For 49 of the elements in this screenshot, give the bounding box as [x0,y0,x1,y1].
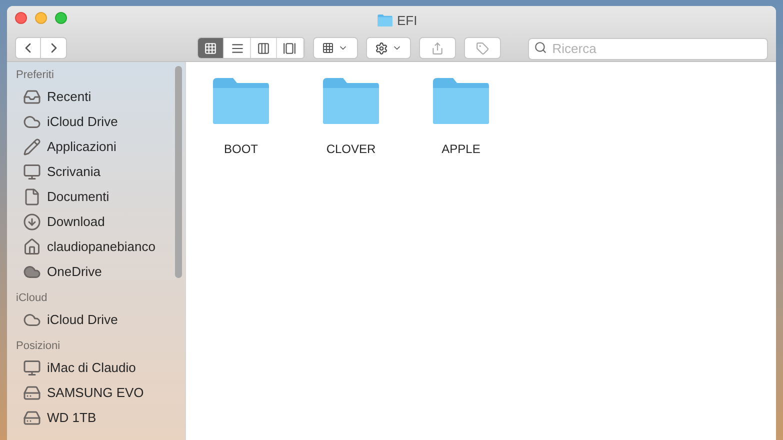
sidebar-item[interactable]: Applicazioni [7,134,185,159]
share-icon [430,42,444,54]
sidebar-item[interactable]: Documenti [7,184,185,209]
folder-item[interactable]: BOOT [204,76,278,158]
hard-drive-icon [23,408,41,426]
sidebar-item[interactable]: claudiopanebianco [7,234,185,259]
columns-icon [257,42,270,54]
folder-item[interactable]: APPLE [424,76,498,158]
sidebar-item[interactable]: iMac di Claudio [7,355,185,380]
sidebar-item[interactable]: SAMSUNG EVO [7,380,185,405]
pencil-icon [23,138,41,156]
arrange-button[interactable] [312,37,358,59]
tag-icon [476,42,490,54]
sidebar-item[interactable]: Download [7,209,185,234]
monitor-icon [23,358,41,376]
folder-icon [431,76,491,126]
search-icon [534,41,548,54]
sidebar-section-title: Posizioni [15,338,62,354]
tray-icon [23,88,41,106]
view-mode-button[interactable] [198,38,224,58]
sidebar-section-title: iCloud [15,290,48,306]
folder-icon [321,76,381,126]
action-button[interactable] [366,37,411,59]
sidebar-section-title: Preferiti [15,68,55,83]
search-field[interactable]: Ricerca [528,38,768,60]
sidebar-item[interactable]: OneDrive [7,259,185,284]
monitor-icon [23,162,41,180]
document-icon [23,188,41,206]
folder-name: APPLE [442,141,480,158]
sidebar-item[interactable]: Scrivania [7,159,185,184]
folder-icon [377,14,393,28]
gallery-icon [283,42,296,54]
list-icon [230,42,244,54]
hard-drive-icon [23,384,41,402]
sidebar-item[interactable]: iCloud Drive [7,109,185,134]
sidebar-item[interactable]: WD 1TB [7,405,185,430]
sidebar-item[interactable]: Recenti [7,84,185,109]
home-icon [23,238,41,256]
download-icon [23,212,41,230]
folder-name: CLOVER [326,141,376,158]
folder-item[interactable]: CLOVER [314,76,388,158]
folder-name: BOOT [224,141,258,158]
grid-icon [322,42,334,54]
grid-icon [204,42,218,54]
close-button[interactable] [15,12,27,24]
gear-icon [374,42,388,54]
folder-icon [211,76,271,126]
sidebar-item[interactable]: iCloud Drive [7,307,185,332]
window-title: EFI [397,12,418,30]
